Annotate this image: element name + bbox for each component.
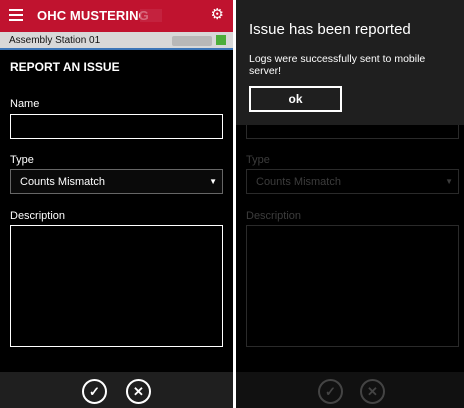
status-indicator	[216, 35, 226, 45]
app-header: OHC MUSTERING ⚙	[0, 0, 233, 32]
type-select[interactable]: Counts Mismatch ▼	[10, 169, 223, 194]
description-textarea	[246, 225, 459, 347]
description-label: Description	[10, 210, 66, 222]
cancel-button[interactable]: ✕	[126, 379, 151, 404]
redacted-area	[172, 36, 212, 46]
name-label: Name	[10, 98, 40, 110]
type-select-value: Counts Mismatch	[256, 176, 341, 188]
confirm-button: ✓	[318, 379, 343, 404]
description-label: Description	[246, 210, 302, 222]
type-select: Counts Mismatch ▼	[246, 169, 459, 194]
cancel-button: ✕	[360, 379, 385, 404]
confirm-button[interactable]: ✓	[82, 379, 107, 404]
station-name: Assembly Station 01	[9, 35, 101, 46]
hamburger-menu-icon[interactable]	[9, 9, 23, 21]
type-label: Type	[10, 154, 34, 166]
redacted-area	[140, 9, 162, 22]
message-dialog: Issue has been reported Logs were succes…	[236, 0, 464, 125]
report-issue-screen: OHC MUSTERING ⚙ Assembly Station 01 REPO…	[0, 0, 233, 408]
issue-reported-screen: Type Counts Mismatch ▼ Description ✓ ✕ I…	[236, 0, 464, 408]
type-select-value: Counts Mismatch	[20, 176, 105, 188]
name-input[interactable]	[10, 114, 223, 139]
dropdown-arrow-icon: ▼	[209, 177, 217, 186]
dialog-message: Logs were successfully sent to mobile se…	[249, 53, 426, 77]
dropdown-arrow-icon: ▼	[445, 177, 453, 186]
gear-icon[interactable]: ⚙	[211, 6, 224, 24]
dialog-title: Issue has been reported	[249, 21, 411, 38]
page-title: REPORT AN ISSUE	[10, 60, 120, 74]
type-label: Type	[246, 154, 270, 166]
app-title: OHC MUSTERING	[37, 8, 149, 23]
station-bar: Assembly Station 01	[0, 32, 233, 50]
ok-button[interactable]: ok	[249, 86, 342, 112]
app-bar: ✓ ✕	[236, 372, 464, 408]
description-textarea[interactable]	[10, 225, 223, 347]
app-bar: ✓ ✕	[0, 372, 233, 408]
